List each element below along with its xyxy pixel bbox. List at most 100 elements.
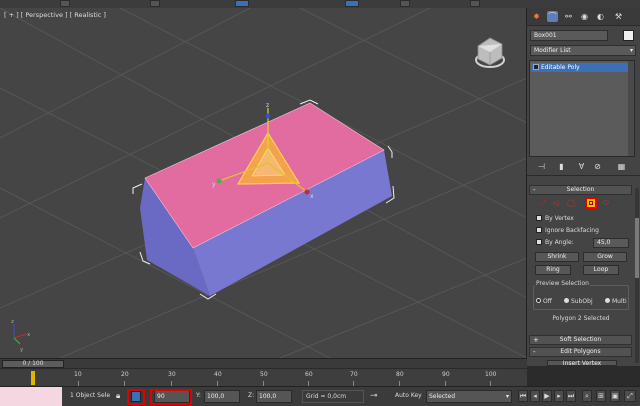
show-end-result-icon[interactable]: ▮ bbox=[557, 162, 566, 171]
stack-toolbar: ⊣ ▮ ∀ ⊘ ▦ bbox=[527, 158, 640, 176]
configure-sets-icon[interactable]: ▦ bbox=[617, 162, 626, 171]
tick-label: 30 bbox=[168, 371, 176, 378]
viewport-label[interactable]: [ + ] [ Perspective ] [ Realistic ] bbox=[4, 11, 106, 19]
key-mode-dropdown[interactable]: Selected ▾ bbox=[426, 390, 512, 403]
selection-rollout-header[interactable]: - Selection bbox=[529, 185, 632, 195]
make-unique-icon[interactable]: ∀ bbox=[577, 162, 586, 171]
chevron-down-icon: ▾ bbox=[505, 393, 509, 400]
svg-text:z: z bbox=[11, 319, 14, 325]
key-mode-value: Selected bbox=[429, 393, 456, 400]
svg-text:y: y bbox=[20, 347, 24, 353]
main-toolbar bbox=[0, 0, 640, 8]
grid-size-text: Grid = 0,0cm bbox=[302, 390, 364, 403]
gizmo-x-label: x bbox=[310, 193, 314, 200]
tick-label: 60 bbox=[305, 371, 313, 378]
hierarchy-tab-icon[interactable]: ⚯ bbox=[563, 11, 574, 22]
selection-status-text: Polygon 2 Selected bbox=[552, 315, 610, 322]
lock-icon[interactable]: 🔒︎ bbox=[116, 390, 120, 403]
go-to-end-icon[interactable]: ⏭ bbox=[566, 390, 576, 402]
auto-key-button[interactable]: Auto Key bbox=[395, 390, 422, 403]
toolbar-button[interactable] bbox=[235, 0, 249, 7]
preview-off-radio[interactable]: Off bbox=[536, 298, 552, 306]
polygon-level-icon[interactable] bbox=[585, 197, 597, 209]
soft-selection-rollout-header[interactable]: + Soft Selection bbox=[529, 335, 632, 345]
gizmo-y-label: y bbox=[212, 181, 216, 188]
modifier-stack: Editable Poly bbox=[529, 60, 635, 157]
z-coordinate-field[interactable]: 100,0 bbox=[256, 390, 292, 403]
go-to-start-icon[interactable]: ⏮ bbox=[518, 390, 528, 402]
stack-scrollbar[interactable] bbox=[628, 61, 634, 156]
grow-button[interactable]: Grow bbox=[583, 252, 627, 262]
toolbar-button[interactable] bbox=[400, 0, 410, 7]
gizmo-z-handle[interactable] bbox=[265, 113, 271, 119]
track-bar[interactable]: 10 20 30 40 50 60 70 80 90 100 bbox=[0, 368, 527, 386]
maxscript-listener[interactable] bbox=[0, 387, 62, 406]
stack-item-editable-poly[interactable]: Editable Poly bbox=[531, 63, 631, 72]
next-frame-icon[interactable]: ▸ bbox=[554, 390, 564, 402]
command-panel: ✸ ⌒ ⚯ ◉ ◐ ⚒ Box001 Modifier List ▾ Edita… bbox=[527, 8, 640, 367]
toolbar-button[interactable] bbox=[345, 0, 359, 7]
ring-button[interactable]: Ring bbox=[535, 265, 571, 275]
create-tab-icon[interactable]: ✸ bbox=[531, 11, 542, 22]
insert-vertex-button[interactable]: Insert Vertex bbox=[547, 360, 617, 367]
tick-label: 100 bbox=[485, 371, 497, 378]
edge-level-icon[interactable]: ◁ bbox=[553, 199, 558, 207]
toolbar-button[interactable] bbox=[150, 0, 160, 7]
modifier-list-label: Modifier List bbox=[534, 47, 571, 54]
preview-multi-radio[interactable]: Multi bbox=[605, 298, 627, 306]
angle-spinner[interactable]: 45,0 bbox=[593, 238, 629, 248]
gizmo-z-label: z bbox=[266, 102, 269, 109]
preview-selection-title: Preview Selection bbox=[535, 280, 590, 287]
tick-label: 90 bbox=[442, 371, 450, 378]
play-icon[interactable]: ▶ bbox=[542, 390, 552, 402]
pin-stack-icon[interactable]: ⊣ bbox=[537, 162, 546, 171]
time-slider[interactable]: 0 / 100 bbox=[0, 358, 527, 368]
previous-frame-icon[interactable]: ◂ bbox=[530, 390, 540, 402]
zoom-extents-icon[interactable]: ▣ bbox=[610, 390, 620, 402]
maximize-viewport-icon[interactable]: ⤢ bbox=[624, 390, 636, 402]
viewport-scene: z y x z x y bbox=[0, 8, 526, 358]
chevron-down-icon: ▾ bbox=[629, 47, 633, 54]
zoom-all-icon[interactable]: ⊞ bbox=[596, 390, 606, 402]
element-level-icon[interactable]: ⬭ bbox=[603, 199, 609, 208]
by-vertex-checkbox[interactable]: By Vertex bbox=[536, 215, 574, 223]
toolbar-button[interactable] bbox=[470, 0, 480, 7]
ignore-backfacing-checkbox[interactable]: Ignore Backfacing bbox=[536, 227, 599, 235]
y-label: Y: bbox=[196, 392, 201, 399]
perspective-viewport[interactable]: z y x z x y [ + ] [ Perspective ] [ Real… bbox=[0, 8, 527, 358]
command-panel-tabs: ✸ ⌒ ⚯ ◉ ◐ ⚒ bbox=[527, 8, 640, 26]
shrink-button[interactable]: Shrink bbox=[535, 252, 579, 262]
viewcube[interactable] bbox=[475, 37, 505, 68]
key-icon[interactable]: ⊸ bbox=[370, 390, 378, 403]
y-coordinate-field[interactable]: 100,0 bbox=[204, 390, 240, 403]
by-angle-checkbox[interactable]: By Angle: bbox=[536, 239, 574, 247]
modify-tab-icon[interactable]: ⌒ bbox=[547, 11, 558, 22]
command-panel-scrollbar[interactable] bbox=[635, 188, 639, 363]
object-color-swatch[interactable] bbox=[623, 30, 634, 41]
expand-icon[interactable] bbox=[533, 64, 539, 70]
motion-tab-icon[interactable]: ◉ bbox=[579, 11, 590, 22]
highlight-x-field bbox=[150, 389, 192, 405]
selection-rollout-title: Selection bbox=[566, 186, 595, 193]
remove-modifier-icon[interactable]: ⊘ bbox=[593, 162, 602, 171]
gizmo-y-handle[interactable] bbox=[216, 178, 222, 184]
vertex-level-icon[interactable]: ⋰ bbox=[539, 199, 546, 207]
display-tab-icon[interactable]: ◐ bbox=[595, 11, 606, 22]
zoom-icon[interactable]: ⌕ bbox=[582, 390, 592, 402]
toolbar-button[interactable] bbox=[60, 0, 70, 7]
edit-polygons-rollout-header[interactable]: - Edit Polygons bbox=[529, 347, 632, 357]
time-slider-thumb[interactable]: 0 / 100 bbox=[2, 360, 64, 368]
loop-button[interactable]: Loop bbox=[583, 265, 619, 275]
utilities-tab-icon[interactable]: ⚒ bbox=[613, 11, 624, 22]
gizmo-x-handle[interactable] bbox=[304, 189, 310, 195]
current-frame-marker[interactable] bbox=[31, 371, 35, 385]
z-label: Z: bbox=[248, 392, 255, 399]
tick-label: 80 bbox=[396, 371, 404, 378]
modifier-list-dropdown[interactable]: Modifier List ▾ bbox=[530, 45, 636, 56]
svg-text:x: x bbox=[27, 332, 31, 338]
tick-label: 70 bbox=[350, 371, 358, 378]
object-name-field[interactable]: Box001 bbox=[530, 30, 608, 41]
preview-subobj-radio[interactable]: SubObj bbox=[564, 298, 593, 306]
border-level-icon[interactable]: ◯ bbox=[567, 199, 575, 207]
tick-label: 40 bbox=[214, 371, 222, 378]
